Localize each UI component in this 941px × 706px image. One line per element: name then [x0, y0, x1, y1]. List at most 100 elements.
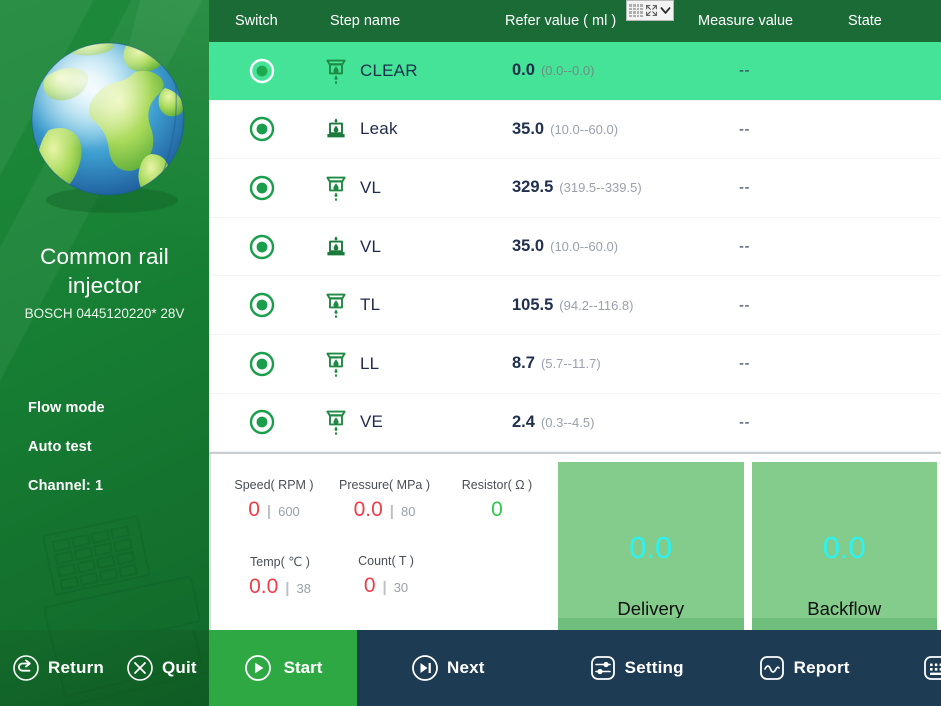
table-row[interactable]: TL 105.5 (94.2--116.8) -- — [209, 276, 941, 335]
step-name-cell: LL — [325, 351, 379, 377]
switch-radio-icon — [249, 234, 274, 259]
measure-value: -- — [739, 413, 750, 431]
globe-icon — [19, 14, 197, 224]
step-switch[interactable] — [209, 409, 314, 435]
quit-button[interactable]: Quit — [126, 654, 197, 682]
refer-range: (10.0--60.0) — [550, 121, 619, 137]
step-switch[interactable] — [209, 351, 314, 377]
app-window: Common rail injector BOSCH 0445120220* 2… — [0, 0, 941, 706]
step-switch[interactable] — [209, 234, 314, 260]
refer-range: (319.5--339.5) — [559, 180, 642, 196]
auto-test-label: Auto test — [28, 439, 92, 455]
refer-value-cell: 35.0 (10.0--60.0) — [512, 120, 618, 139]
meter-label: Speed( RPM ) — [234, 478, 314, 492]
meter-2: Resistor( Ω ) 0 — [447, 478, 547, 522]
meter-3: Temp( ℃ ) 0.0 | 38 — [225, 554, 335, 599]
meter-max: 38 — [296, 581, 311, 596]
column-header-state: State — [848, 13, 882, 29]
meter-label: Pressure( MPa ) — [339, 478, 430, 492]
table-row[interactable]: CLEAR 0.0 (0.0--0.0) -- — [209, 42, 941, 101]
flow-mode-label: Flow mode — [28, 400, 105, 416]
meter-max: 30 — [393, 580, 409, 595]
meters-panel: Speed( RPM ) 0 | 600 Pressure( MPa ) 0.0 | 80 Re… — [209, 454, 554, 630]
step-switch[interactable] — [209, 292, 314, 318]
backflow-fill — [751, 618, 937, 630]
injector-nozzle-icon — [326, 293, 346, 319]
measure-value: -- — [739, 355, 750, 373]
switch-radio-icon — [249, 175, 274, 201]
gauges-strip: Speed( RPM ) 0 | 600 Pressure( MPa ) 0.0 | 80 Re… — [209, 452, 941, 630]
return-arrow-icon — [13, 655, 39, 681]
step-name-cell: VE — [325, 409, 383, 436]
keyboard-button[interactable]: Keyboard — [922, 654, 941, 682]
sliders-icon — [590, 656, 615, 680]
backflow-value: 0.0 — [822, 530, 866, 565]
step-table: CLEAR 0.0 (0.0--0.0) -- Leak 35.0 (10.0--60.0)… — [209, 42, 941, 452]
setting-label: Setting — [624, 658, 684, 677]
column-header-step-name: Step name — [330, 13, 401, 29]
delivery-fill — [558, 618, 744, 630]
refer-range: (0.3--4.5) — [540, 414, 595, 430]
refer-value-cell: 8.7 (5.7--11.7) — [512, 354, 601, 373]
injector-nozzle-icon — [326, 176, 346, 201]
measure-value: -- — [739, 179, 750, 197]
table-header: Switch Step name Refer value ( ml ) Meas… — [209, 0, 941, 42]
step-switch[interactable] — [209, 175, 314, 201]
step-switch[interactable] — [209, 58, 314, 84]
bottom-toolbar: Return Quit Start Next Setting Report — [0, 630, 941, 706]
delivery-card[interactable]: 0.0 Delivery — [558, 462, 744, 630]
keyboard-icon — [923, 656, 941, 680]
meter-label: Count( T ) — [358, 554, 414, 568]
refer-value-cell: 2.4 (0.3--4.5) — [512, 413, 594, 432]
refer-value: 329.5 — [512, 178, 554, 197]
refer-value: 8.7 — [512, 354, 535, 373]
refer-value-cell: 0.0 (0.0--0.0) — [512, 61, 594, 80]
switch-radio-icon — [249, 351, 274, 376]
column-header-refer-value: Refer value ( ml ) — [505, 13, 617, 29]
return-label: Return — [48, 658, 104, 677]
table-row[interactable]: VE 2.4 (0.3--4.5) -- — [209, 393, 941, 452]
view-options-widget[interactable] — [626, 0, 674, 21]
step-switch[interactable] — [209, 116, 314, 142]
sidebar-background-texture — [42, 515, 201, 630]
sidebar: Common rail injector BOSCH 0445120220* 2… — [0, 0, 209, 630]
meter-max: 80 — [400, 504, 416, 519]
table-row[interactable]: VL 329.5 (319.5--339.5) -- — [209, 159, 941, 218]
measure-value: -- — [739, 238, 750, 256]
play-circle-icon — [244, 655, 271, 681]
top-region: Common rail injector BOSCH 0445120220* 2… — [0, 0, 941, 630]
injector-nozzle-icon — [326, 59, 346, 84]
leak-test-icon — [327, 235, 345, 255]
start-button[interactable]: Start — [209, 630, 357, 706]
step-name-cell: VL — [325, 175, 381, 201]
start-label: Start — [283, 658, 323, 677]
toolbar-left-group: Return Quit — [0, 630, 209, 706]
refer-value-cell: 105.5 (94.2--116.8) — [512, 296, 633, 315]
flow-panels: 0.0 Delivery 0.0 Backflow — [554, 454, 941, 630]
chevron-down-icon[interactable] — [659, 4, 672, 17]
expand-icon[interactable] — [645, 4, 658, 17]
meter-0: Speed( RPM ) 0 | 600 — [219, 478, 329, 522]
step-name-cell: Leak — [325, 116, 398, 142]
table-row[interactable]: LL 8.7 (5.7--11.7) -- — [209, 334, 941, 394]
backflow-card[interactable]: 0.0 Backflow — [751, 462, 937, 630]
return-button[interactable]: Return — [12, 654, 104, 682]
next-button[interactable]: Next — [411, 654, 485, 682]
step-name-label: LL — [360, 353, 380, 373]
meter-4: Count( T ) 0 | 30 — [331, 554, 441, 598]
injector-nozzle-icon — [326, 352, 346, 377]
grid-icon — [629, 4, 643, 17]
step-name-cell: VL — [325, 234, 381, 260]
meter-label: Temp( ℃ ) — [250, 555, 310, 569]
step-name-label: Leak — [360, 119, 398, 139]
quit-label: Quit — [161, 658, 197, 677]
table-row[interactable]: Leak 35.0 (10.0--60.0) -- — [209, 100, 941, 160]
meter-value: 0 — [248, 498, 260, 521]
refer-value: 35.0 — [512, 237, 545, 256]
setting-button[interactable]: Setting — [589, 654, 684, 682]
table-row[interactable]: VL 35.0 (10.0--60.0) -- — [209, 217, 941, 277]
measure-value: -- — [739, 62, 750, 80]
report-button[interactable]: Report — [758, 654, 850, 682]
next-track-icon — [412, 655, 438, 681]
measure-value: -- — [739, 120, 750, 138]
